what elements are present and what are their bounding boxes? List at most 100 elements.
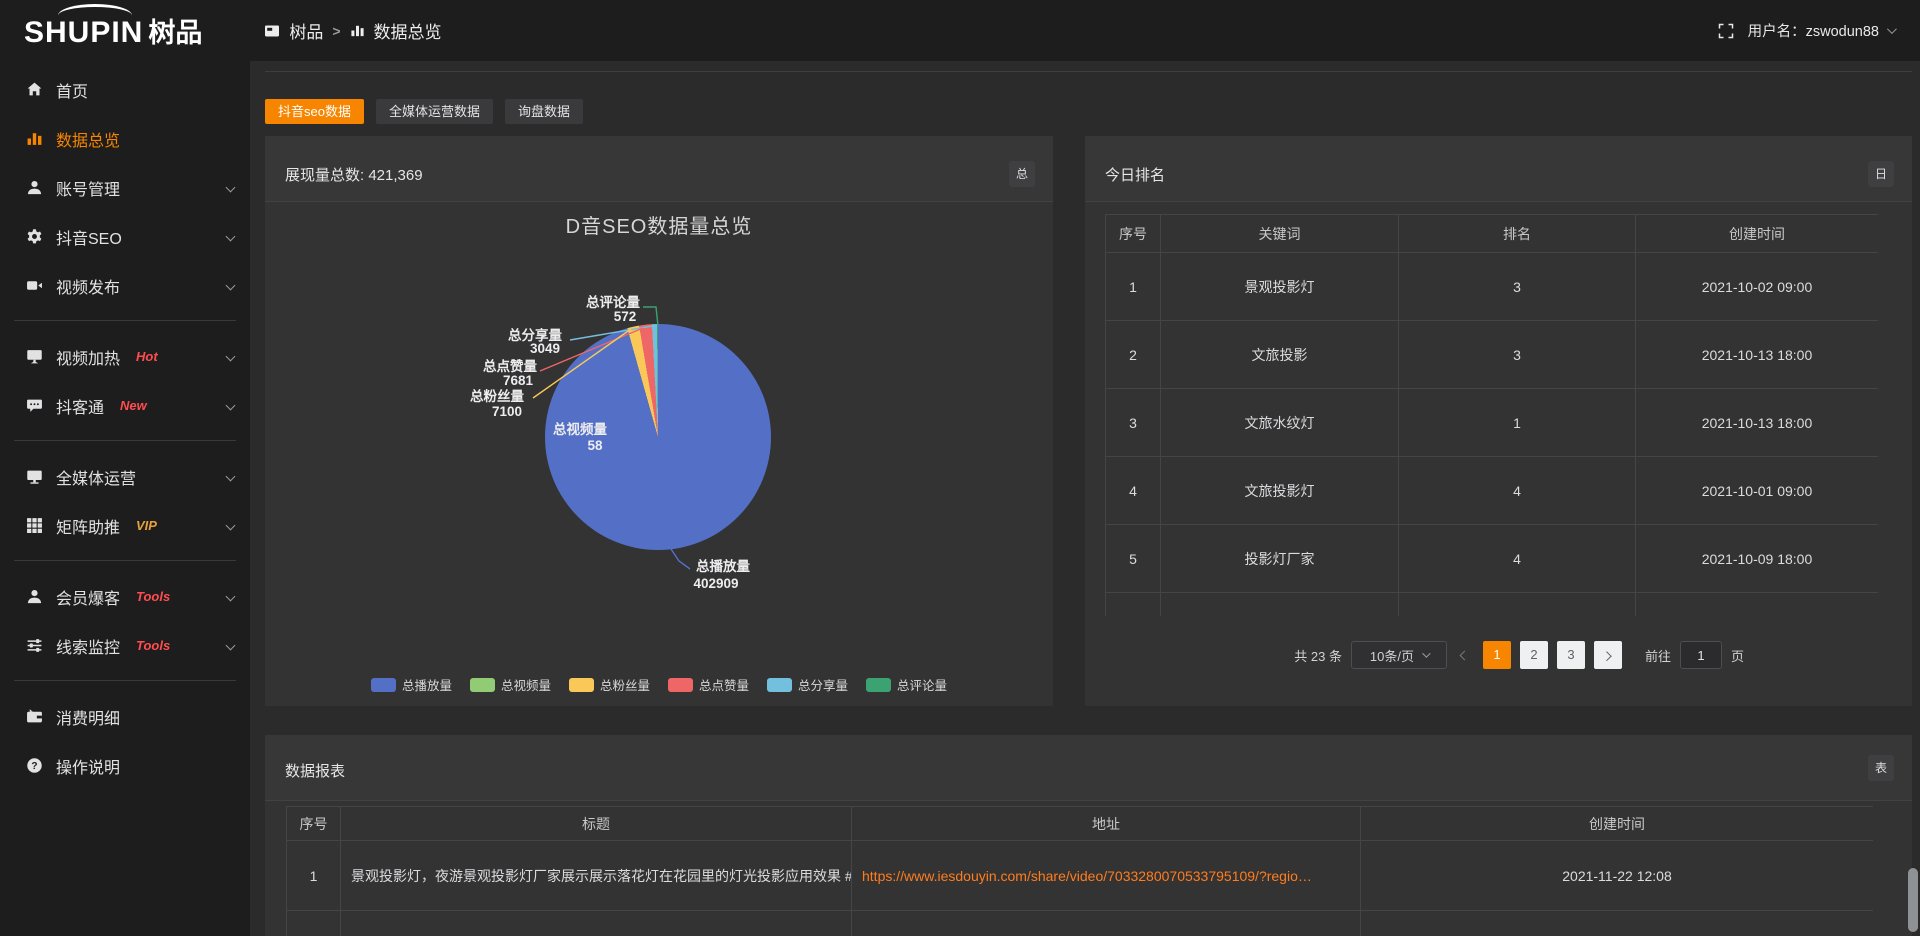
goto-label: 前往	[1645, 646, 1671, 665]
report-panel-header: 数据报表 表	[265, 735, 1912, 801]
fullscreen-icon[interactable]	[1718, 23, 1734, 39]
sidebar-item-label: 视频加热	[56, 345, 120, 369]
sidebar-item-data-overview[interactable]: 数据总览	[0, 114, 250, 163]
user-menu[interactable]: 用户名：zswodun88	[1748, 20, 1894, 41]
vip-badge: VIP	[136, 518, 157, 533]
pie-value-fans: 7100	[492, 404, 522, 419]
sidebar-item-home[interactable]: 首页	[0, 65, 250, 114]
grid-icon	[26, 517, 43, 534]
legend-item-likes[interactable]: 总点赞量	[668, 675, 749, 694]
sidebar-item-label: 会员爆客	[56, 585, 120, 609]
ranking-panel: 今日排名 日 序号 关键词 排名 创建时间 1 景观投影灯 3 2021-10-…	[1085, 136, 1912, 706]
tab-inquiry-data[interactable]: 询盘数据	[505, 99, 583, 124]
bar-chart-icon	[26, 130, 43, 147]
legend-swatch	[569, 678, 594, 692]
logo: SHUPIN 树品	[24, 11, 202, 50]
table-row: 4 文旅投影灯 4 2021-10-01 09:00	[1106, 457, 1879, 525]
table-row: 1 景观投影灯 3 2021-10-02 09:00	[1106, 253, 1879, 321]
sidebar-item-label: 全媒体运营	[56, 465, 136, 489]
gear-icon	[26, 228, 43, 245]
sidebar-divider	[14, 440, 236, 441]
goto-page-input[interactable]	[1680, 641, 1722, 669]
sidebar-item-account[interactable]: 账号管理	[0, 163, 250, 212]
next-page-button[interactable]	[1594, 641, 1622, 669]
sidebar-item-label: 消费明细	[56, 705, 120, 729]
sliders-icon	[26, 637, 43, 654]
table-row: 2 文旅投影 3 2021-10-13 18:00	[1106, 321, 1879, 389]
sidebar: 首页 数据总览 账号管理 抖音SEO 视频发布 视频加热 Hot	[0, 61, 250, 936]
sidebar-item-label: 矩阵助推	[56, 514, 120, 538]
prev-page-button[interactable]	[1456, 652, 1474, 659]
sidebar-item-matrix-boost[interactable]: 矩阵助推 VIP	[0, 501, 250, 550]
table-view-button[interactable]: 表	[1868, 755, 1894, 781]
sidebar-item-label: 抖客通	[56, 394, 104, 418]
svg-text:?: ?	[31, 761, 37, 772]
data-tabs: 抖音seo数据 全媒体运营数据 询盘数据	[265, 99, 583, 124]
sidebar-item-video-heat[interactable]: 视频加热 Hot	[0, 332, 250, 381]
legend-item-fans[interactable]: 总粉丝量	[569, 675, 650, 694]
sidebar-item-clue-monitor[interactable]: 线索监控 Tools	[0, 621, 250, 670]
ranking-table: 序号 关键词 排名 创建时间 1 景观投影灯 3 2021-10-02 09:0…	[1105, 214, 1878, 616]
user-icon	[26, 179, 43, 196]
legend-item-videos[interactable]: 总视频量	[470, 675, 551, 694]
sidebar-item-doukentong[interactable]: 抖客通 New	[0, 381, 250, 430]
page-button-2[interactable]: 2	[1520, 641, 1548, 669]
table-row: 1 景观投影灯，夜游景观投影灯厂家展示展示落花灯在花园里的灯光投影应用效果 # …	[287, 841, 1874, 911]
legend-item-shares[interactable]: 总分享量	[767, 675, 848, 694]
col-rank: 排名	[1399, 215, 1636, 253]
sidebar-item-help[interactable]: ? 操作说明	[0, 741, 250, 790]
table-header-row: 序号 关键词 排名 创建时间	[1106, 215, 1879, 253]
sidebar-item-label: 视频发布	[56, 274, 120, 298]
sidebar-item-video-publish[interactable]: 视频发布	[0, 261, 250, 310]
chart-title: D音SEO数据量总览	[265, 210, 1053, 239]
sidebar-divider	[14, 320, 236, 321]
video-camera-icon	[26, 277, 43, 294]
col-url: 地址	[852, 807, 1361, 841]
chevron-down-icon	[226, 352, 236, 362]
report-panel-title: 数据报表	[285, 760, 345, 781]
help-circle-icon: ?	[26, 757, 43, 774]
chevron-down-icon	[226, 401, 236, 411]
table-header-row: 序号 标题 地址 创建时间	[287, 807, 1874, 841]
sidebar-item-label: 数据总览	[56, 127, 120, 151]
overview-panel: 展现量总数: 421,369 总 D音SEO数据量总览 总评论量 572 总分享…	[265, 136, 1053, 706]
sidebar-item-label: 抖音SEO	[56, 225, 122, 249]
breadcrumb-root[interactable]: 树品	[289, 18, 323, 43]
pie-label-plays: 总播放量	[696, 558, 750, 574]
legend-swatch	[668, 678, 693, 692]
ranking-panel-header: 今日排名 日	[1085, 136, 1912, 202]
col-title: 标题	[341, 807, 852, 841]
legend-item-plays[interactable]: 总播放量	[371, 675, 452, 694]
table-row-partial	[1106, 593, 1879, 617]
sidebar-item-douyin-seo[interactable]: 抖音SEO	[0, 212, 250, 261]
chevron-down-icon	[1887, 24, 1897, 34]
col-no: 序号	[1106, 215, 1161, 253]
page-size-select[interactable]: 10条/页	[1351, 641, 1447, 669]
sidebar-item-consumption[interactable]: 消费明细	[0, 692, 250, 741]
hot-badge: Hot	[136, 349, 158, 364]
home-icon	[26, 81, 43, 98]
sidebar-item-label: 账号管理	[56, 176, 120, 200]
sidebar-item-media-operation[interactable]: 全媒体运营	[0, 452, 250, 501]
chevron-down-icon	[1422, 649, 1430, 657]
pie-value-comments: 572	[614, 309, 637, 324]
col-created: 创建时间	[1636, 215, 1879, 253]
page-button-3[interactable]: 3	[1557, 641, 1585, 669]
chevron-down-icon	[226, 521, 236, 531]
page-button-1[interactable]: 1	[1483, 641, 1511, 669]
sidebar-item-member-tools[interactable]: 会员爆客 Tools	[0, 572, 250, 621]
legend-swatch	[866, 678, 891, 692]
total-view-button[interactable]: 总	[1009, 161, 1035, 187]
sidebar-divider	[14, 560, 236, 561]
wallet-icon	[26, 708, 43, 725]
legend-item-comments[interactable]: 总评论量	[866, 675, 947, 694]
ranking-table-wrap: 序号 关键词 排名 创建时间 1 景观投影灯 3 2021-10-02 09:0…	[1105, 214, 1878, 616]
daily-view-button[interactable]: 日	[1868, 161, 1894, 187]
scrollbar-thumb[interactable]	[1908, 868, 1918, 932]
breadcrumb-current: 数据总览	[374, 18, 442, 43]
tab-douyin-seo-data[interactable]: 抖音seo数据	[265, 99, 364, 124]
report-link[interactable]: https://www.iesdouyin.com/share/video/70…	[862, 868, 1312, 884]
tab-media-operation-data[interactable]: 全媒体运营数据	[376, 99, 493, 124]
legend-swatch	[470, 678, 495, 692]
pie-label-shares: 总分享量	[508, 327, 562, 343]
